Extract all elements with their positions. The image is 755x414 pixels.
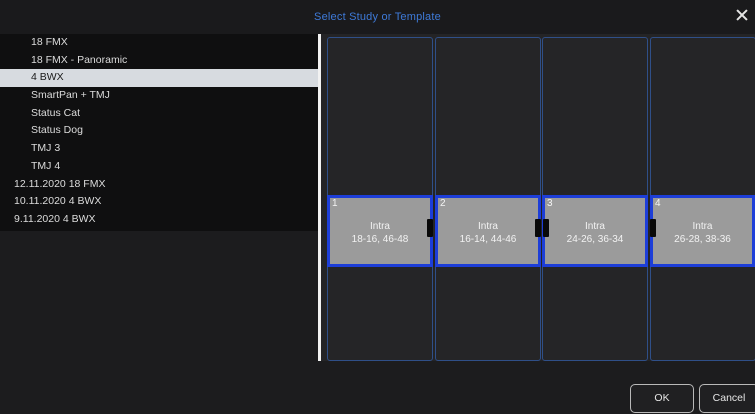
tile-range: 18-16, 46-48 <box>351 234 409 245</box>
tile-number: 3 <box>547 198 553 209</box>
tile-orientation-marker <box>427 219 433 237</box>
study-template-list[interactable]: 18 FMX 18 FMX - Panoramic 4 BWX SmartPan… <box>0 34 320 231</box>
list-item[interactable]: SmartPan + TMJ <box>0 87 320 105</box>
tile-orientation-marker <box>650 219 656 237</box>
tile-number: 1 <box>332 198 338 209</box>
template-preview: 1 Intra 18-16, 46-48 2 Intra 16-14, 44-4… <box>321 34 755 361</box>
preview-tile[interactable]: 1 Intra 18-16, 46-48 <box>327 195 433 267</box>
list-item[interactable]: 9.11.2020 4 BWX <box>0 211 320 229</box>
preview-tile[interactable]: 2 Intra 16-14, 44-46 <box>435 195 541 267</box>
tile-orientation-marker <box>535 219 541 237</box>
preview-tile[interactable]: 4 Intra 26-28, 38-36 <box>650 195 755 267</box>
list-item[interactable]: 10.11.2020 4 BWX <box>0 193 320 211</box>
tile-orientation-marker <box>543 219 549 237</box>
cancel-button[interactable]: Cancel <box>699 384 755 413</box>
tile-label: Intra <box>477 221 498 232</box>
tile-label: Intra <box>692 221 713 232</box>
preview-tile[interactable]: 3 Intra 24-26, 36-34 <box>542 195 648 267</box>
list-item[interactable]: 4 BWX <box>0 69 320 88</box>
ok-button[interactable]: OK <box>630 384 694 413</box>
dialog-titlebar: Select Study or Template <box>0 0 755 34</box>
list-item[interactable]: 18 FMX <box>0 34 320 52</box>
list-item[interactable]: 12.11.2020 18 FMX <box>0 176 320 194</box>
tile-label: Intra <box>584 221 605 232</box>
tile-range: 16-14, 44-46 <box>459 234 517 245</box>
list-item[interactable]: Status Dog <box>0 122 320 140</box>
dialog-title: Select Study or Template <box>314 11 441 23</box>
list-item[interactable]: TMJ 3 <box>0 140 320 158</box>
dialog-footer: OK Cancel <box>0 361 755 414</box>
tile-label: Intra <box>369 221 390 232</box>
tile-range: 24-26, 36-34 <box>566 234 624 245</box>
list-item[interactable]: TMJ 4 <box>0 158 320 176</box>
tile-number: 2 <box>440 198 446 209</box>
tile-range: 26-28, 38-36 <box>674 234 731 245</box>
list-item[interactable]: Status Cat <box>0 105 320 123</box>
tile-number: 4 <box>655 198 661 209</box>
list-item[interactable]: 18 FMX - Panoramic <box>0 52 320 70</box>
close-icon[interactable] <box>735 8 749 22</box>
